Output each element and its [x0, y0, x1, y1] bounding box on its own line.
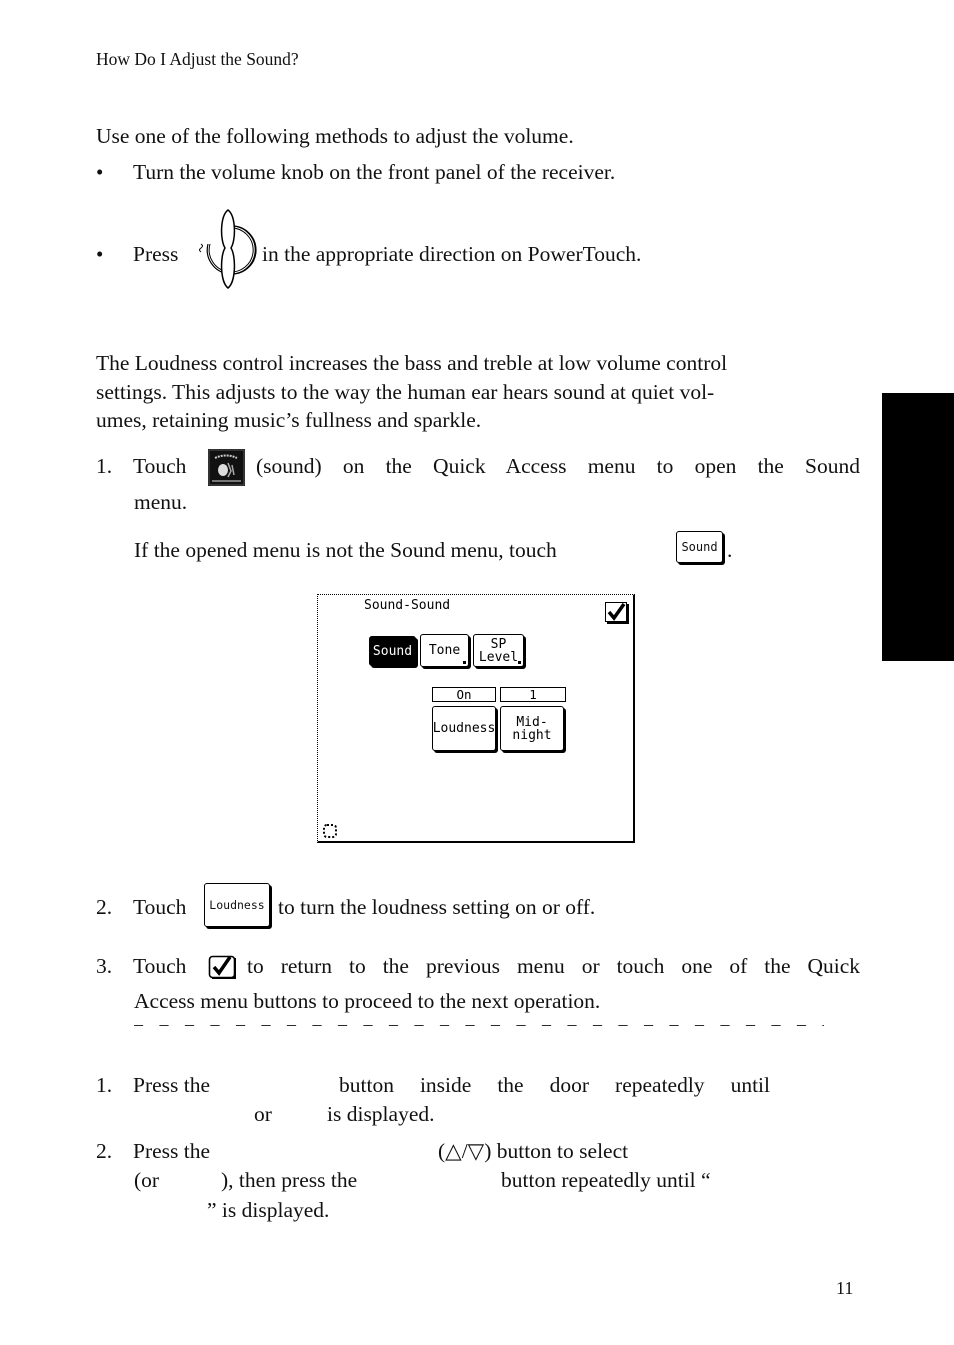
- step-text: Touch: [133, 454, 187, 478]
- step-text: Press the: [133, 1139, 211, 1163]
- dashed-divider: – – – – – – – – – – – – – – – – – – – – …: [134, 1014, 824, 1030]
- step-text: menu.: [134, 490, 188, 514]
- running-head: How Do I Adjust the Sound?: [96, 49, 299, 69]
- tab-label-line: SP: [490, 636, 507, 652]
- loudness-desc-line: The Loudness control increases the bass …: [96, 351, 728, 375]
- step-text: button repeatedly until “: [501, 1168, 711, 1192]
- step-note-period: .: [727, 538, 733, 562]
- step-text: to return to the previous menu or touch …: [247, 954, 860, 978]
- step-number: 2.: [96, 1139, 113, 1163]
- step-text: Touch: [133, 895, 187, 919]
- step-text: Touch: [133, 954, 187, 978]
- step-text: to turn the loudness setting on or off.: [278, 895, 596, 919]
- step-text: ” is displayed.: [207, 1198, 330, 1222]
- status-ring-icon: [323, 824, 337, 838]
- submenu-indicator-icon: [463, 661, 466, 664]
- tab-sound[interactable]: Sound: [369, 636, 416, 666]
- step-number: 1.: [96, 1073, 113, 1097]
- bullet-text-after: in the appropriate direction on PowerTou…: [262, 242, 642, 266]
- step-text: button inside the door repeatedly until: [339, 1073, 770, 1097]
- step-text: (or: [134, 1168, 160, 1192]
- sound-tab-button-inline[interactable]: Sound: [676, 531, 723, 563]
- sound-icon: [208, 449, 245, 486]
- checkmark-icon: [607, 602, 626, 621]
- bullet-dot: •: [96, 160, 104, 184]
- volume-intro: Use one of the following methods to adju…: [96, 124, 574, 148]
- tab-label-line: Level: [478, 649, 519, 665]
- chapter-thumb-tab: [882, 393, 954, 661]
- bullet-text: Turn the volume knob on the front panel …: [133, 160, 616, 184]
- button-label: Loudness: [432, 721, 496, 736]
- submenu-indicator-icon: [518, 661, 521, 664]
- step-text: Press the: [133, 1073, 211, 1097]
- step-number: 2.: [96, 895, 113, 919]
- button-label-line: Mid-: [516, 714, 548, 730]
- checkmark-icon: [208, 954, 238, 980]
- tab-sp-level[interactable]: SP Level: [473, 634, 524, 667]
- button-label-line: night: [512, 727, 552, 743]
- loudness-desc-line: settings. This adjusts to the way the hu…: [96, 380, 715, 404]
- volume-rocker-icon: [196, 208, 260, 290]
- loudness-desc-line: umes, retaining music’s fullness and spa…: [96, 408, 482, 432]
- bullet-dot: •: [96, 242, 104, 266]
- screen-title: Sound-Sound: [364, 598, 451, 613]
- tab-label: Sound: [372, 643, 413, 659]
- page-number: 11: [836, 1278, 854, 1298]
- step-text: ), then press the: [221, 1168, 358, 1192]
- step-number: 3.: [96, 954, 113, 978]
- loudness-button-inline[interactable]: Loudness: [204, 883, 270, 927]
- step-text: or: [254, 1102, 272, 1126]
- step-text: is displayed.: [327, 1102, 435, 1126]
- loudness-value: On: [432, 687, 496, 702]
- tab-tone[interactable]: Tone: [420, 634, 469, 667]
- step-number: 1.: [96, 454, 113, 478]
- step-note: If the opened menu is not the Sound menu…: [134, 538, 557, 562]
- step-text: (△/▽) button to select: [438, 1139, 629, 1163]
- return-checkbox-button[interactable]: [605, 602, 627, 622]
- step-text: (sound) on the Quick Access menu to open…: [256, 454, 860, 478]
- midnight-value: 1: [500, 687, 566, 702]
- midnight-button[interactable]: Mid-night: [500, 706, 564, 751]
- tab-label: Tone: [428, 643, 461, 658]
- step-text: Access menu buttons to proceed to the ne…: [134, 989, 601, 1013]
- bullet-text-press: Press: [133, 242, 179, 266]
- loudness-button[interactable]: Loudness: [432, 706, 496, 751]
- sound-menu-screen: Sound-Sound Sound Tone SP Level On 1 Loud…: [317, 594, 635, 843]
